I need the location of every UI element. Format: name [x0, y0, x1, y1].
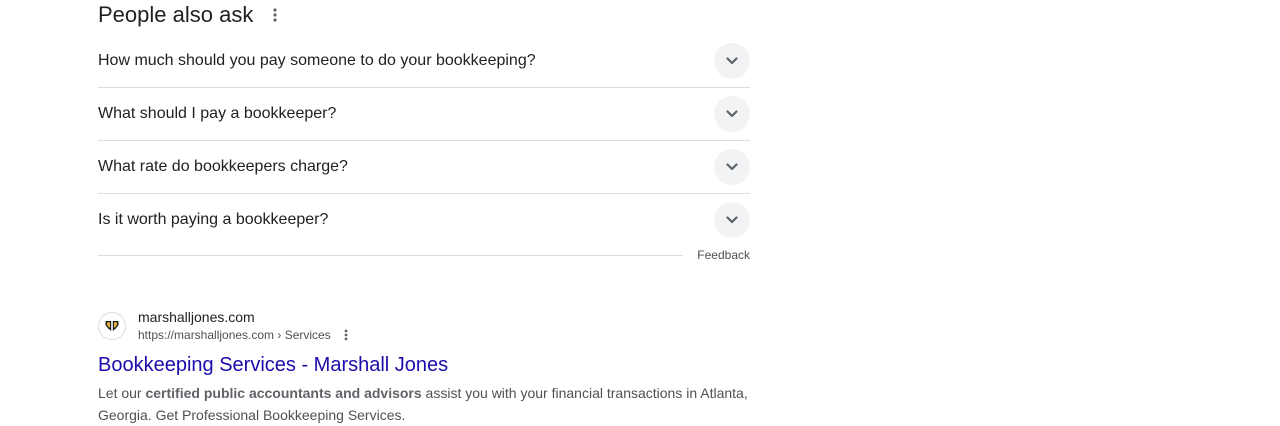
paa-question-text: What rate do bookkeepers charge?: [98, 158, 348, 175]
expand-button[interactable]: [714, 149, 750, 185]
paa-question-text: What should I pay a bookkeeper?: [98, 105, 337, 122]
result-url: https://marshalljones.com › Services: [138, 328, 331, 342]
people-also-ask-title: People also ask: [98, 2, 254, 27]
result-site-row[interactable]: marshalljones.com https://marshalljones.…: [98, 308, 758, 344]
result-title-link[interactable]: Bookkeeping Services - Marshall Jones: [98, 352, 758, 378]
expand-button[interactable]: [714, 202, 750, 238]
chevron-down-icon: [726, 57, 738, 65]
paa-question-text: Is it worth paying a bookkeeper?: [98, 211, 329, 228]
paa-question[interactable]: What should I pay a bookkeeper?: [98, 88, 750, 141]
paa-question-text: How much should you pay someone to do yo…: [98, 52, 536, 69]
marshall-jones-logo-icon: [98, 312, 126, 340]
people-also-ask-list: How much should you pay someone to do yo…: [98, 35, 750, 246]
more-vert-icon[interactable]: [267, 3, 283, 27]
paa-question[interactable]: Is it worth paying a bookkeeper?: [98, 194, 750, 246]
feedback-row: Feedback: [98, 245, 750, 265]
chevron-down-icon: [726, 216, 738, 224]
result-snippet: Let our certified public accountants and…: [98, 382, 754, 426]
divider: [98, 254, 684, 256]
expand-button[interactable]: [714, 96, 750, 132]
feedback-link[interactable]: Feedback: [697, 248, 750, 262]
paa-question[interactable]: What rate do bookkeepers charge?: [98, 141, 750, 194]
chevron-down-icon: [726, 163, 738, 171]
more-vert-icon[interactable]: [341, 326, 351, 344]
paa-question[interactable]: How much should you pay someone to do yo…: [98, 35, 750, 88]
people-also-ask-header: People also ask: [98, 0, 283, 30]
result-site-name: marshalljones.com: [138, 309, 255, 325]
snippet-text: Let our: [98, 385, 146, 401]
chevron-down-icon: [726, 110, 738, 118]
expand-button[interactable]: [714, 43, 750, 79]
snippet-highlight: certified public accountants and advisor…: [145, 385, 422, 401]
search-result: marshalljones.com https://marshalljones.…: [98, 308, 758, 426]
